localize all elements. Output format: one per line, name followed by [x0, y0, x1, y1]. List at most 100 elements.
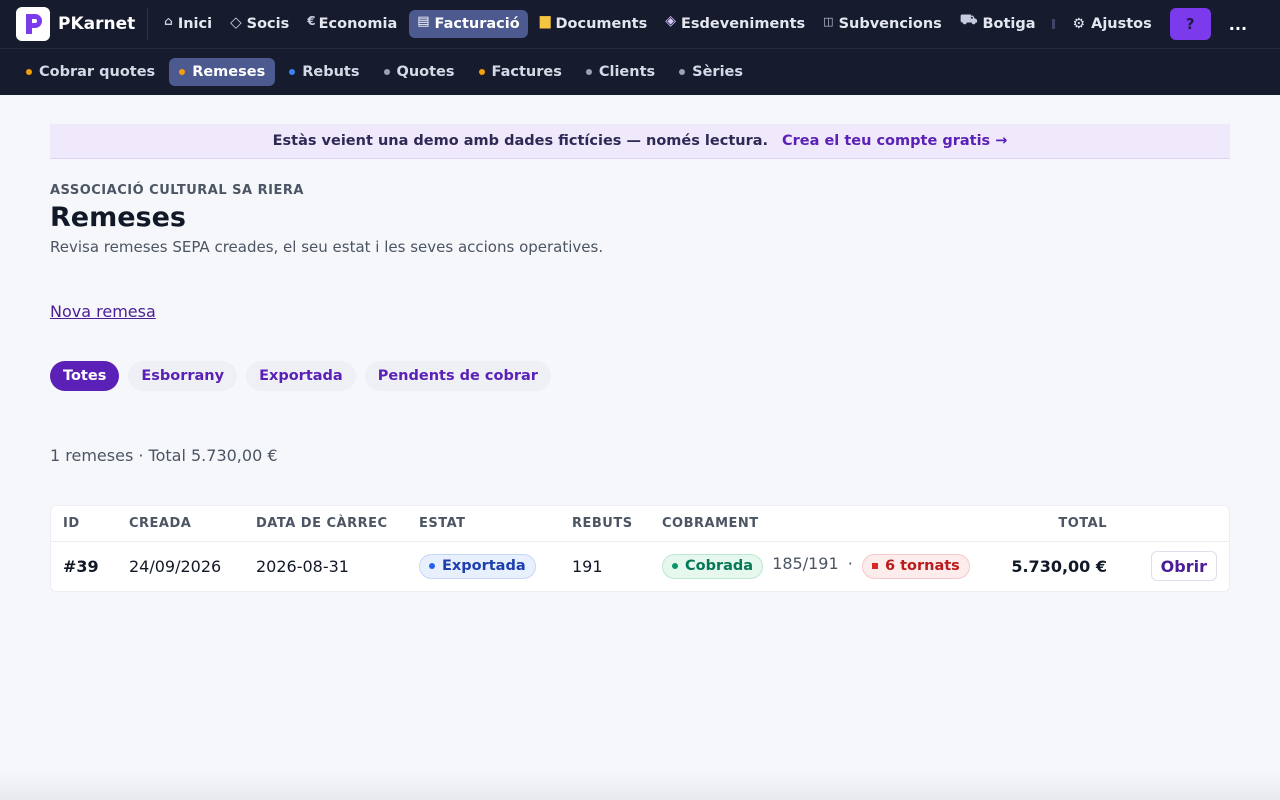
subnav-item-series[interactable]: Sèries [679, 58, 753, 86]
status-dot-icon [679, 69, 686, 75]
subnav-item-label: Cobrar quotes [39, 64, 156, 80]
status-dot-icon [478, 69, 485, 75]
nav-item-esdeveniments[interactable]: ◈ Esdeveniments [659, 10, 811, 38]
gear-icon: ⚙ [1072, 16, 1086, 32]
collection-badge-label: Cobrada [685, 558, 754, 575]
cell-created: 24/09/2026 [129, 556, 222, 576]
cell-collection: Cobrada 185/191 · 6 tornats [650, 541, 999, 591]
book-icon: ◫ [823, 14, 834, 28]
filter-chip-esborrany[interactable]: Esborrany [128, 361, 238, 391]
cell-actions: Obrir [1119, 541, 1229, 591]
collection-badge: Cobrada [662, 553, 764, 579]
status-dot-icon [26, 69, 32, 75]
folder-icon: ▆ [539, 13, 551, 29]
brand-name: PKarnet [58, 14, 136, 34]
app-logo[interactable] [16, 7, 50, 41]
filter-chip-exportada[interactable]: Exportada [246, 361, 356, 391]
organization-name: ASSOCIACIÓ CULTURAL SA RIERA [50, 183, 304, 198]
filter-chip-pendents[interactable]: Pendents de cobrar [364, 361, 551, 391]
remittances-table-card: ID CREADA DATA DE CÀRREC ESTAT REBUTS CO… [50, 505, 1230, 592]
col-header-id: ID [51, 506, 117, 542]
open-button[interactable]: Obrir [1150, 551, 1217, 582]
subnav-item-label: Quotes [396, 64, 455, 80]
cell-status: Exportada [407, 541, 560, 591]
cell-receipts: 191 [572, 556, 603, 576]
subnav-item-quotes[interactable]: Quotes [383, 58, 465, 86]
col-header-status: ESTAT [407, 506, 560, 542]
col-header-actions [1119, 506, 1229, 542]
status-dot-icon [429, 563, 435, 570]
bottom-shadow [0, 772, 1280, 800]
col-header-receipts: REBUTS [560, 506, 650, 542]
brand-divider [147, 8, 149, 40]
status-badge-label: Exportada [442, 558, 526, 575]
nav-divider [1051, 19, 1055, 29]
cell-total: 5.730,00 € [1011, 556, 1107, 576]
col-header-collection: COBRAMENT [650, 506, 999, 542]
diamond-icon: ◇ [230, 13, 242, 31]
nav-item-label: Inici [177, 16, 213, 32]
top-navbar: PKarnet ⌂ Inici ◇ Socis € Economia ▤ Fac… [0, 0, 1280, 48]
returned-badge-label: 6 tornats [884, 558, 960, 575]
nav-item-economia[interactable]: € Economia [301, 10, 403, 38]
demo-banner-message: Estàs veient una demo amb dades fictície… [272, 133, 769, 149]
nav-item-label: Socis [246, 16, 290, 32]
help-button[interactable]: ? [1169, 8, 1211, 40]
subnav-item-label: Clients [598, 64, 656, 80]
subnav-item-clients[interactable]: Clients [585, 58, 665, 86]
nav-item-inici[interactable]: ⌂ Inici [158, 10, 218, 38]
nav-item-subvencions[interactable]: ◫ Subvencions [817, 10, 948, 38]
subnav-item-label: Factures [491, 64, 562, 80]
cell-id: #39 [63, 556, 99, 576]
nav-item-label: Documents [555, 16, 648, 32]
more-menu-button[interactable]: ... [1229, 15, 1247, 34]
subnav-item-factures[interactable]: Factures [478, 58, 572, 86]
demo-banner: Estàs veient una demo amb dades fictície… [50, 124, 1230, 159]
nav-item-documents[interactable]: ▆ Documents [534, 10, 654, 38]
results-summary: 1 remeses · Total 5.730,00 € [50, 446, 278, 465]
page-subtitle: Revisa remeses SEPA creades, el seu esta… [50, 238, 604, 256]
square-icon [871, 563, 878, 570]
nav-item-label: Botiga [982, 16, 1036, 32]
subnav-item-remeses[interactable]: Remeses [169, 58, 276, 86]
euro-icon: € [307, 14, 316, 28]
status-dot-icon [383, 69, 390, 75]
subnav-item-label: Remeses [192, 64, 266, 80]
subnav-item-label: Rebuts [302, 64, 360, 80]
table-row: #39 24/09/2026 2026-08-31 Exportada 191 [51, 541, 1229, 591]
subnav-item-rebuts[interactable]: Rebuts [289, 58, 369, 86]
filter-chip-totes[interactable]: Totes [50, 361, 120, 391]
page-title: Remeses [50, 202, 187, 233]
collection-ratio: 185/191 [772, 554, 839, 574]
nav-item-botiga[interactable]: ⛟ Botiga [954, 9, 1042, 39]
cart-icon: ⛟ [959, 12, 978, 28]
nav-item-label: Economia [318, 16, 398, 32]
nav-item-label: Esdeveniments [681, 16, 806, 32]
settings-link[interactable]: ⚙ Ajustos [1073, 16, 1152, 32]
collection-separator: · [847, 554, 853, 574]
nav-item-facturacio[interactable]: ▤ Facturació [409, 10, 528, 38]
subnav-item-label: Sèries [692, 64, 744, 80]
settings-label: Ajustos [1091, 16, 1152, 32]
status-dot-icon [289, 69, 296, 75]
logo-p-icon [26, 14, 42, 34]
col-header-total: TOTAL [999, 506, 1119, 542]
receipt-icon: ▤ [417, 13, 430, 29]
sub-navbar: Cobrar quotes Remeses Rebuts Quotes Fact… [0, 48, 1280, 95]
home-icon: ⌂ [164, 14, 173, 28]
sparkle-diamond-icon: ◈ [665, 13, 677, 29]
nav-item-socis[interactable]: ◇ Socis [224, 9, 295, 39]
status-dot-icon [179, 69, 186, 75]
status-dot-icon [585, 69, 592, 75]
returned-badge: 6 tornats [861, 553, 970, 579]
main-content: Estàs veient una demo amb dades fictície… [0, 95, 1280, 592]
subnav-item-cobrar-quotes[interactable]: Cobrar quotes [26, 58, 165, 86]
new-remittance-link[interactable]: Nova remesa [50, 302, 156, 321]
table-header-row: ID CREADA DATA DE CÀRREC ESTAT REBUTS CO… [51, 506, 1229, 542]
col-header-charge-date: DATA DE CÀRREC [244, 506, 407, 542]
status-dot-icon [672, 563, 678, 570]
col-header-created: CREADA [117, 506, 244, 542]
create-account-link[interactable]: Crea el teu compte gratis → [782, 133, 1007, 149]
nav-item-label: Facturació [434, 16, 520, 32]
nav-item-label: Subvencions [838, 16, 942, 32]
